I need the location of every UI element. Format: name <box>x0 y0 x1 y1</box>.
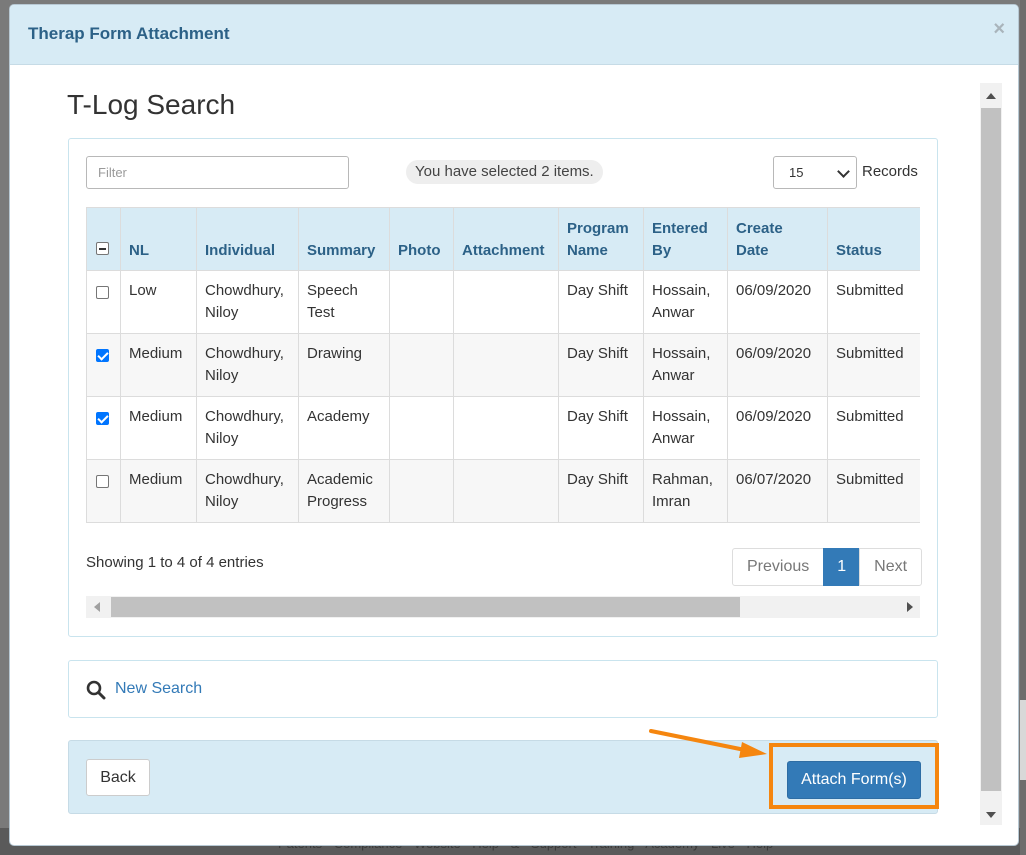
modal-vertical-scrollbar[interactable] <box>980 83 1002 825</box>
cell-nl: Low <box>120 270 197 334</box>
cell-entered-by: Hossain, Anwar <box>643 333 728 397</box>
search-icon <box>86 680 106 700</box>
cell-photo <box>389 459 454 523</box>
cell-status: Submitted <box>827 270 920 334</box>
cell-create-date: 06/09/2020 <box>727 396 828 460</box>
cell-individual: Chowdhury, Niloy <box>196 270 299 334</box>
row-select-cell <box>86 333 121 397</box>
table-horizontal-scrollbar[interactable] <box>86 596 920 618</box>
cell-nl: Medium <box>120 459 197 523</box>
table-row[interactable]: Medium Chowdhury, Niloy Academic Progress D… <box>86 459 920 523</box>
cell-summary: Drawing <box>298 333 390 397</box>
column-header[interactable]: NL <box>120 207 197 271</box>
pagination-info: Showing 1 to 4 of 4 entries <box>86 554 264 571</box>
records-select-value: 15 <box>789 165 804 180</box>
back-button[interactable]: Back <box>86 759 150 796</box>
row-select-cell <box>86 396 121 460</box>
scroll-down-arrow-icon[interactable] <box>986 812 996 818</box>
select-all-header <box>86 207 121 271</box>
modal-header: Therap Form Attachment × <box>10 5 1018 65</box>
cell-status: Submitted <box>827 333 920 397</box>
cell-individual: Chowdhury, Niloy <box>196 396 299 460</box>
cell-attachment <box>453 396 559 460</box>
column-header[interactable]: Program Name <box>558 207 644 271</box>
column-header[interactable]: Summary <box>298 207 390 271</box>
row-select-cell <box>86 459 121 523</box>
close-icon[interactable]: × <box>993 19 1005 39</box>
page-title: T-Log Search <box>67 89 236 120</box>
cell-attachment <box>453 270 559 334</box>
select-all-checkbox[interactable] <box>96 242 109 255</box>
column-header[interactable]: Entered By <box>643 207 728 271</box>
cell-create-date: 06/07/2020 <box>727 459 828 523</box>
scroll-right-arrow-icon[interactable] <box>907 602 913 612</box>
cell-individual: Chowdhury, Niloy <box>196 459 299 523</box>
scroll-left-arrow-icon[interactable] <box>94 602 100 612</box>
cell-status: Submitted <box>827 396 920 460</box>
cell-summary: Academic Progress <box>298 459 390 523</box>
form-attachment-modal: Therap Form Attachment × T-Log Search Yo… <box>9 4 1019 846</box>
cell-photo <box>389 333 454 397</box>
cell-entered-by: Hossain, Anwar <box>643 396 728 460</box>
cell-summary: Academy <box>298 396 390 460</box>
column-header[interactable]: Attachment <box>453 207 559 271</box>
cell-photo <box>389 270 454 334</box>
column-header[interactable]: Create Date <box>727 207 828 271</box>
table-row[interactable]: Medium Chowdhury, Niloy Drawing Day Shift Ho… <box>86 333 920 397</box>
row-checkbox[interactable] <box>96 475 109 488</box>
chevron-down-icon <box>837 165 850 178</box>
row-checkbox[interactable] <box>96 412 109 425</box>
modal-title: Therap Form Attachment <box>28 24 230 43</box>
cell-create-date: 06/09/2020 <box>727 270 828 334</box>
cell-entered-by: Hossain, Anwar <box>643 270 728 334</box>
pagination: Previous 1 Next <box>732 548 923 586</box>
attach-button-highlight <box>769 743 939 809</box>
scroll-up-arrow-icon[interactable] <box>986 93 996 99</box>
cell-entered-by: Rahman, Imran <box>643 459 728 523</box>
records-label: Records <box>862 163 918 180</box>
table-row[interactable]: Low Chowdhury, Niloy Speech Test Day Shift H… <box>86 270 920 334</box>
table-row[interactable]: Medium Chowdhury, Niloy Academy Day Shift Ho… <box>86 396 920 460</box>
cell-status: Submitted <box>827 459 920 523</box>
cell-summary: Speech Test <box>298 270 390 334</box>
cell-nl: Medium <box>120 396 197 460</box>
cell-program: Day Shift <box>558 270 644 334</box>
previous-page-button[interactable]: Previous <box>732 548 825 586</box>
row-select-cell <box>86 270 121 334</box>
selected-count-badge: You have selected 2 items. <box>406 160 603 184</box>
row-checkbox[interactable] <box>96 286 109 299</box>
cell-program: Day Shift <box>558 396 644 460</box>
column-header[interactable]: Photo <box>389 207 454 271</box>
next-page-button[interactable]: Next <box>859 548 923 586</box>
scrollbar-thumb[interactable] <box>981 108 1001 791</box>
results-panel: You have selected 2 items. 15 Records NL… <box>68 138 938 637</box>
scrollbar-thumb[interactable] <box>111 597 740 617</box>
new-search-panel: New Search <box>68 660 938 718</box>
cell-individual: Chowdhury, Niloy <box>196 333 299 397</box>
column-header[interactable]: Individual <box>196 207 299 271</box>
cell-nl: Medium <box>120 333 197 397</box>
cell-attachment <box>453 459 559 523</box>
cell-program: Day Shift <box>558 333 644 397</box>
filter-input[interactable] <box>86 156 349 189</box>
records-per-page-select[interactable]: 15 <box>773 156 857 189</box>
tlog-table-wrapper: NL Individual Summary Photo Attachment P… <box>86 207 920 523</box>
page-1-button[interactable]: 1 <box>823 548 861 586</box>
cell-attachment <box>453 333 559 397</box>
row-checkbox[interactable] <box>96 349 109 362</box>
table-header-row: NL Individual Summary Photo Attachment P… <box>86 207 920 271</box>
column-header[interactable]: Status <box>827 207 920 271</box>
backdrop-edge-strip <box>1020 700 1026 780</box>
tlog-table: NL Individual Summary Photo Attachment P… <box>86 207 920 523</box>
new-search-link[interactable]: New Search <box>115 680 202 698</box>
cell-create-date: 06/09/2020 <box>727 333 828 397</box>
cell-photo <box>389 396 454 460</box>
cell-program: Day Shift <box>558 459 644 523</box>
